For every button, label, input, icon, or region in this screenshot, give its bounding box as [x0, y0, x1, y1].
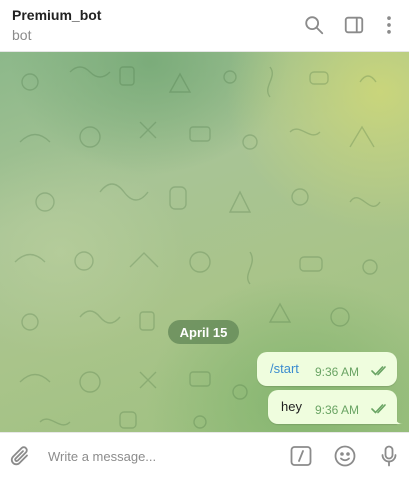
- message-input[interactable]: [48, 445, 268, 467]
- emoji-icon[interactable]: [333, 444, 357, 468]
- chat-title[interactable]: Premium_bot: [12, 7, 101, 23]
- chat-status: bot: [12, 27, 32, 43]
- chat-header: Premium_bot bot: [0, 0, 409, 52]
- date-separator: April 15: [168, 320, 239, 344]
- double-check-icon: [371, 404, 386, 414]
- microphone-icon[interactable]: [377, 444, 401, 468]
- message-composer: [0, 432, 409, 478]
- outgoing-message[interactable]: /start 9:36 AM: [257, 352, 397, 386]
- bot-command-link[interactable]: /start: [270, 361, 299, 376]
- message-text: hey: [281, 399, 302, 414]
- bubble-tail: [395, 414, 403, 424]
- more-vertical-icon[interactable]: [377, 13, 401, 37]
- outgoing-message[interactable]: hey 9:36 AM: [268, 390, 403, 424]
- search-icon[interactable]: [302, 13, 326, 37]
- chat-history[interactable]: April 15 /start 9:36 AM hey 9:36 AM: [0, 52, 409, 432]
- double-check-icon: [371, 366, 386, 376]
- message-time: 9:36 AM: [315, 365, 360, 379]
- attach-icon[interactable]: [8, 444, 32, 468]
- message-time: 9:36 AM: [315, 403, 360, 417]
- sidebar-toggle-icon[interactable]: [342, 13, 366, 37]
- bot-commands-icon[interactable]: [289, 444, 313, 468]
